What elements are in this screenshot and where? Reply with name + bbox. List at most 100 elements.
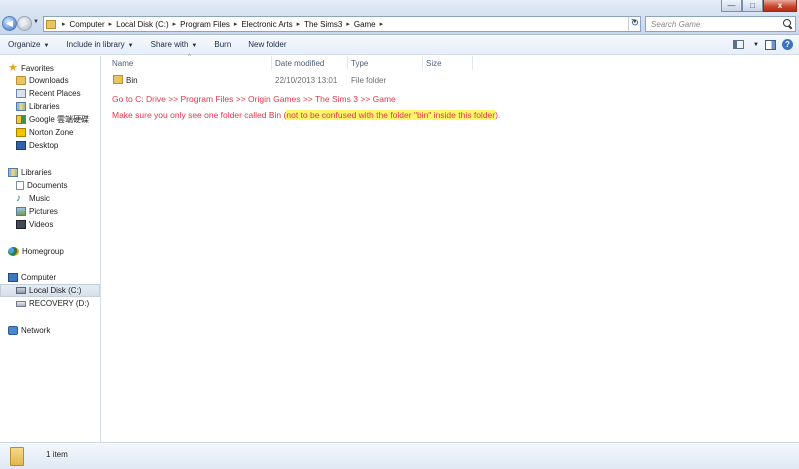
nav-item-downloads[interactable]: Downloads (16, 74, 69, 87)
search-icon[interactable] (781, 17, 795, 31)
folder-icon (46, 19, 56, 29)
nav-network[interactable]: Network (8, 324, 50, 337)
nav-label: Documents (27, 181, 68, 190)
videos-icon (16, 220, 26, 229)
folder-icon (10, 447, 24, 466)
downloads-folder-icon (16, 76, 26, 85)
nav-item-local-disk-c[interactable]: Local Disk (C:) (0, 284, 100, 297)
search-input[interactable]: Search Game (645, 16, 796, 32)
nav-libraries-header[interactable]: Libraries (8, 166, 52, 179)
column-divider[interactable] (472, 56, 473, 70)
column-headers: Name ^ Date modified Type Size (102, 54, 799, 70)
file-date-modified: 22/10/2013 13:01 (275, 76, 338, 85)
chevron-down-icon: ▼ (191, 43, 198, 49)
share-with-button[interactable]: Share with ▼ (151, 40, 198, 49)
preview-pane-icon[interactable] (765, 39, 776, 50)
column-divider[interactable] (271, 56, 272, 70)
breadcrumb-program-files[interactable]: Program Files (180, 20, 230, 29)
folder-icon (113, 75, 123, 84)
breadcrumb-computer[interactable]: Computer (70, 20, 105, 29)
nav-label: Google 雲端硬碟 (29, 115, 90, 124)
network-icon (8, 326, 18, 335)
column-header-size[interactable]: Size (426, 59, 442, 68)
star-icon: ★ (8, 62, 18, 74)
documents-icon (16, 181, 24, 190)
nav-item-google-drive[interactable]: Google 雲端硬碟 (16, 113, 89, 126)
chevron-right-icon[interactable]: ▸ (109, 20, 113, 28)
chevron-right-icon[interactable]: ▸ (297, 20, 301, 28)
nav-label: Music (29, 194, 50, 203)
navigation-pane: ★ Favorites Downloads Recent Places Libr… (0, 56, 101, 442)
drive-icon (16, 300, 26, 307)
chevron-right-icon[interactable]: ▸ (380, 20, 384, 28)
music-icon: ♪ (16, 193, 21, 204)
recent-pages-dropdown-icon[interactable]: ▼ (33, 19, 39, 25)
item-count: 1 item (46, 450, 68, 459)
minimize-button[interactable]: — (721, 0, 742, 12)
nav-item-recovery-d[interactable]: RECOVERY (D:) (16, 297, 89, 310)
organize-button[interactable]: Organize ▼ (8, 40, 49, 49)
breadcrumb-electronic-arts[interactable]: Electronic Arts (241, 20, 292, 29)
column-header-name[interactable]: Name (112, 59, 133, 68)
chevron-right-icon[interactable]: ▸ (62, 20, 66, 28)
nav-item-pictures[interactable]: Pictures (16, 205, 58, 218)
nav-homegroup[interactable]: Homegroup (8, 245, 64, 258)
column-header-date-modified[interactable]: Date modified (275, 59, 324, 68)
back-button[interactable]: ◀ (2, 16, 17, 31)
command-bar: Organize ▼ Include in library ▼ Share with… (0, 35, 799, 55)
column-divider[interactable] (422, 56, 423, 70)
nav-label: Pictures (29, 207, 58, 216)
forward-button[interactable]: ▶ (17, 16, 32, 31)
libraries-icon (16, 102, 26, 111)
details-pane: 1 item (0, 442, 799, 469)
chevron-right-icon[interactable]: ▸ (234, 20, 238, 28)
nav-item-documents[interactable]: Documents (16, 179, 67, 192)
nav-label: Downloads (29, 76, 69, 85)
hard-drive-icon (16, 287, 26, 294)
nav-item-music[interactable]: ♪ Music (16, 192, 50, 205)
chevron-down-icon: ▼ (43, 43, 50, 49)
nav-label: Network (21, 326, 51, 335)
close-button[interactable]: x (763, 0, 797, 12)
nav-label: Desktop (29, 141, 59, 150)
maximize-button[interactable]: □ (742, 0, 763, 12)
annotation-instruction: Go to C: Drive >> Program Files >> Origi… (112, 94, 396, 104)
change-view-icon[interactable] (733, 40, 745, 49)
nav-item-videos[interactable]: Videos (16, 218, 53, 231)
nav-item-libraries-fav[interactable]: Libraries (16, 100, 60, 113)
chevron-right-icon[interactable]: ▸ (173, 20, 177, 28)
refresh-icon[interactable]: ↻ (628, 17, 641, 31)
nav-computer-header[interactable]: Computer (8, 271, 56, 284)
chevron-right-icon[interactable]: ▸ (346, 20, 350, 28)
file-list-pane: Name ^ Date modified Type Size Bin 22/10… (102, 54, 799, 442)
libraries-icon (8, 168, 18, 177)
new-folder-button[interactable]: New folder (248, 40, 286, 49)
nav-item-desktop[interactable]: Desktop (16, 139, 58, 152)
nav-item-recent-places[interactable]: Recent Places (16, 87, 81, 100)
annotation-warning: Make sure you only see one folder called… (112, 110, 500, 120)
column-header-type[interactable]: Type (351, 59, 368, 68)
window-controls: — □ x (721, 0, 797, 12)
include-in-library-label: Include in library (66, 40, 125, 49)
view-controls: ▼ ? (733, 39, 793, 50)
table-row[interactable]: Bin 22/10/2013 13:01 File folder (102, 74, 799, 87)
column-divider[interactable] (347, 56, 348, 70)
title-bar: ◀ ▶ ▼ ▸ Computer ▸ Local Disk (C:) ▸ Pro… (0, 0, 799, 35)
pictures-icon (16, 207, 26, 216)
breadcrumb-game[interactable]: Game (354, 20, 376, 29)
nav-label: Favorites (21, 64, 54, 73)
nav-item-norton-zone[interactable]: Norton Zone (16, 126, 73, 139)
burn-button[interactable]: Burn (214, 40, 231, 49)
file-name[interactable]: Bin (126, 76, 138, 85)
nav-label: Local Disk (C:) (29, 286, 82, 295)
search-placeholder: Search Game (651, 19, 701, 29)
breadcrumb-local-disk[interactable]: Local Disk (C:) (116, 20, 168, 29)
annotation-highlight: not to be confused with the folder "bin"… (286, 110, 496, 120)
help-icon[interactable]: ? (782, 39, 793, 50)
chevron-down-icon[interactable]: ▼ (753, 42, 759, 48)
share-with-label: Share with (150, 40, 189, 49)
breadcrumb-the-sims3[interactable]: The Sims3 (304, 20, 342, 29)
address-bar[interactable]: ▸ Computer ▸ Local Disk (C:) ▸ Program F… (43, 16, 641, 32)
include-in-library-button[interactable]: Include in library ▼ (66, 40, 133, 49)
nav-label: Videos (29, 220, 54, 229)
